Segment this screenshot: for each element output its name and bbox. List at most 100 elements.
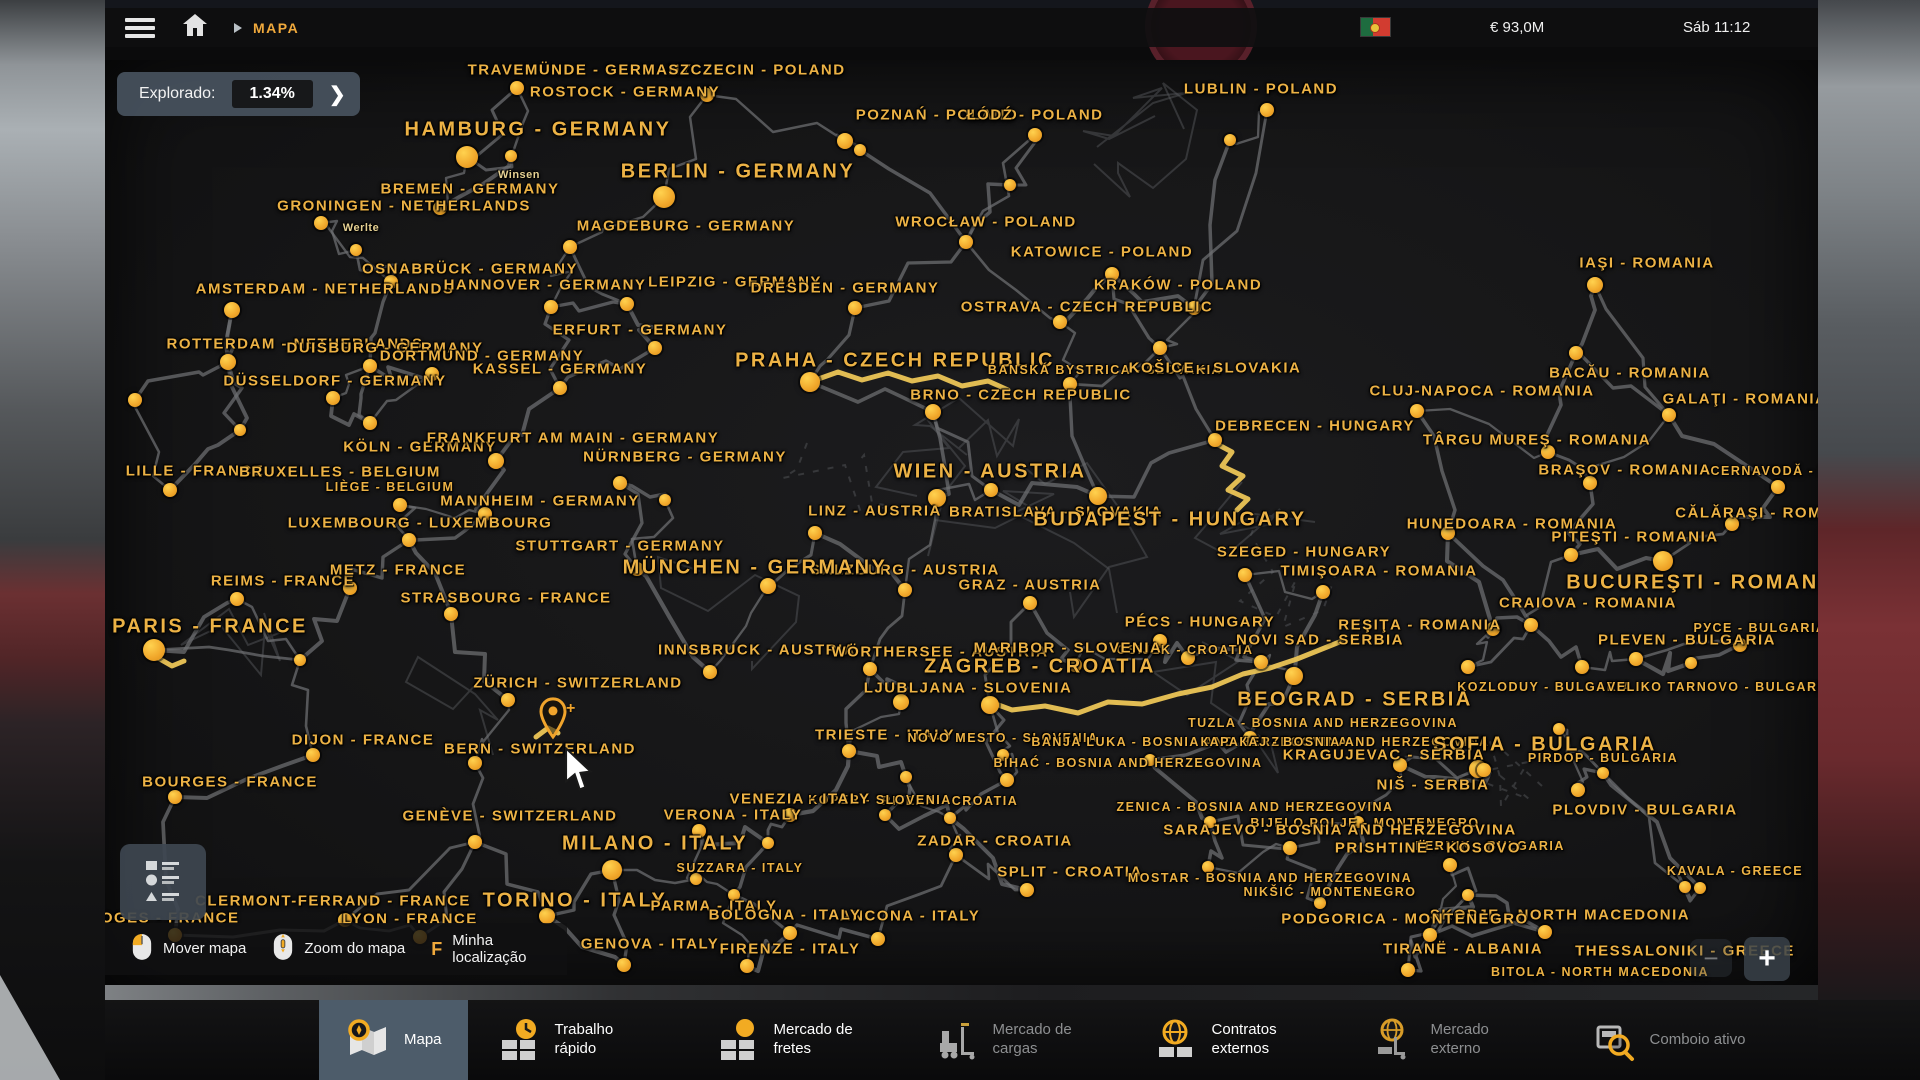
city-label: TIRANË - ALBANIA — [1383, 941, 1543, 958]
chevron-right-icon — [233, 22, 243, 34]
city-label: VENEZIA - ITALY — [729, 791, 870, 808]
city-dot — [1694, 882, 1706, 894]
globe-forklift-icon — [1372, 1017, 1418, 1063]
city-dot — [1461, 660, 1475, 674]
city-dot — [1028, 128, 1042, 142]
city-dot — [837, 133, 853, 149]
city-label: KAVALA - GREECE — [1667, 864, 1803, 878]
city-dot — [563, 240, 577, 254]
city-dot — [224, 302, 240, 318]
city-dot — [1771, 480, 1785, 494]
city-label: VERONA - ITALY — [664, 807, 803, 824]
city-label: TIMIŞOARA - ROMANIA — [1280, 563, 1477, 580]
nav-item-external-contracts[interactable]: Contratos externos — [1147, 1000, 1322, 1080]
city-dot — [1283, 841, 1297, 855]
city-dot — [984, 483, 998, 497]
city-dot — [1629, 652, 1643, 666]
city-dot — [620, 297, 634, 311]
dot-grid-icon — [715, 1017, 761, 1063]
nav-item-external-market[interactable]: Mercado externo — [1366, 1000, 1541, 1080]
breadcrumb: MAPA — [253, 20, 299, 36]
city-dot — [648, 341, 662, 355]
city-dot — [1224, 134, 1236, 146]
nav-item-label: Comboio ativo — [1650, 1031, 1746, 1050]
city-label: DÜSSELDORF - GERMANY — [223, 373, 446, 390]
nav-item-freight-market[interactable]: Mercado de fretes — [709, 1000, 884, 1080]
map-hint-label: Minha localização — [452, 932, 564, 967]
map-hint-1: Mover mapa — [131, 932, 246, 967]
city-label: OSTRAVA - CZECH REPUBLIC — [961, 299, 1213, 316]
world-map[interactable]: Explorado: 1.34% ❯ Mover mapaZoom do map… — [105, 60, 1818, 985]
city-label: BERLIN - GERMANY — [621, 161, 855, 184]
city-dot — [944, 812, 956, 824]
city-dot — [1575, 660, 1589, 674]
city-label: NOVI SAD - SERBIA — [1236, 632, 1404, 649]
city-label: GALAŢI - ROMANIA — [1663, 391, 1818, 408]
city-label: LUXEMBOURG - LUXEMBOURG — [288, 515, 553, 532]
city-label: WROCŁAW - POLAND — [895, 214, 1076, 231]
city-label: BOLOGNA - ITALY — [709, 907, 862, 924]
clock-grid-icon — [496, 1017, 542, 1063]
city-dot — [740, 959, 754, 973]
city-dot — [949, 848, 963, 862]
city-label: SZCZECIN - POLAND — [668, 62, 845, 79]
home-button[interactable] — [183, 14, 207, 41]
city-dot — [613, 476, 627, 490]
city-label: SUZZARA - ITALY — [677, 861, 804, 875]
nav-item-label: Mercado de cargas — [993, 1021, 1097, 1059]
nav-item-map[interactable]: Mapa — [319, 1000, 468, 1080]
city-dot — [1538, 925, 1552, 939]
nav-item-quick-job[interactable]: Trabalho rápido — [490, 1000, 665, 1080]
garage-backdrop-top — [105, 0, 1818, 8]
menu-icon[interactable] — [125, 18, 155, 38]
city-label: PÉCS - HUNGARY — [1125, 614, 1275, 631]
city-label: Werlte — [343, 222, 379, 234]
city-dot — [1587, 277, 1603, 293]
city-dot — [468, 835, 482, 849]
city-dot — [505, 150, 517, 162]
nav-item-label: Mercado de fretes — [774, 1021, 878, 1059]
city-label: HAMBURG - GERMANY — [405, 119, 672, 142]
city-dot — [981, 696, 999, 714]
city-dot — [783, 926, 797, 940]
explored-value: 1.34% — [232, 80, 313, 108]
city-dot — [659, 494, 671, 506]
city-label: INNSBRUCK - AUSTRIA — [658, 642, 856, 659]
city-label: BREMEN - GERMANY — [380, 181, 559, 198]
zoom-out-button[interactable]: − — [1690, 939, 1732, 977]
city-dot — [128, 393, 142, 407]
city-dot — [808, 526, 822, 540]
city-label: BACĂU - ROMANIA — [1549, 365, 1711, 382]
city-label: KASSEL - GERMANY — [473, 361, 648, 378]
city-dot — [1477, 763, 1491, 777]
city-dot — [800, 372, 820, 392]
map-hint-label: Mover mapa — [163, 940, 246, 957]
city-dot — [1401, 963, 1415, 977]
city-label: METZ - FRANCE — [330, 562, 466, 579]
map-hint-label: Zoom do mapa — [304, 940, 405, 957]
city-label: GENOVA - ITALY — [581, 936, 720, 953]
city-label: SZEGED - HUNGARY — [1217, 544, 1391, 561]
city-dot — [1443, 858, 1457, 872]
money-balance: € 93,0M — [1490, 19, 1544, 36]
city-label: MILANO - ITALY — [562, 833, 748, 856]
city-label: PLOVDIV - BULGARIA — [1552, 802, 1737, 819]
city-label: DEBRECEN - HUNGARY — [1215, 418, 1415, 435]
city-label: BUDAPEST - HUNGARY — [1033, 509, 1306, 532]
city-dot — [553, 381, 567, 395]
city-dot — [617, 958, 631, 972]
city-dot — [1004, 179, 1016, 191]
explored-expand-button[interactable]: ❯ — [329, 82, 346, 107]
nav-item-cargo-market[interactable]: Mercado de cargas — [928, 1000, 1103, 1080]
city-label: NIKŠIĆ - MONTENEGRO — [1244, 885, 1417, 899]
city-dot — [402, 533, 416, 547]
city-dot — [363, 359, 377, 373]
nav-item-active-convoy[interactable]: Comboio ativo — [1585, 1000, 1752, 1080]
city-dot — [363, 416, 377, 430]
zoom-in-button[interactable]: + — [1744, 937, 1790, 981]
city-label: TUZLA - BOSNIA AND HERZEGOVINA — [1188, 716, 1458, 730]
city-label: PARIS - FRANCE — [112, 616, 308, 639]
garage-backdrop-left — [0, 0, 105, 1080]
map-legend-button[interactable] — [120, 844, 206, 920]
top-bar: MAPA € 93,0M Sáb 11:12 — [105, 8, 1818, 47]
